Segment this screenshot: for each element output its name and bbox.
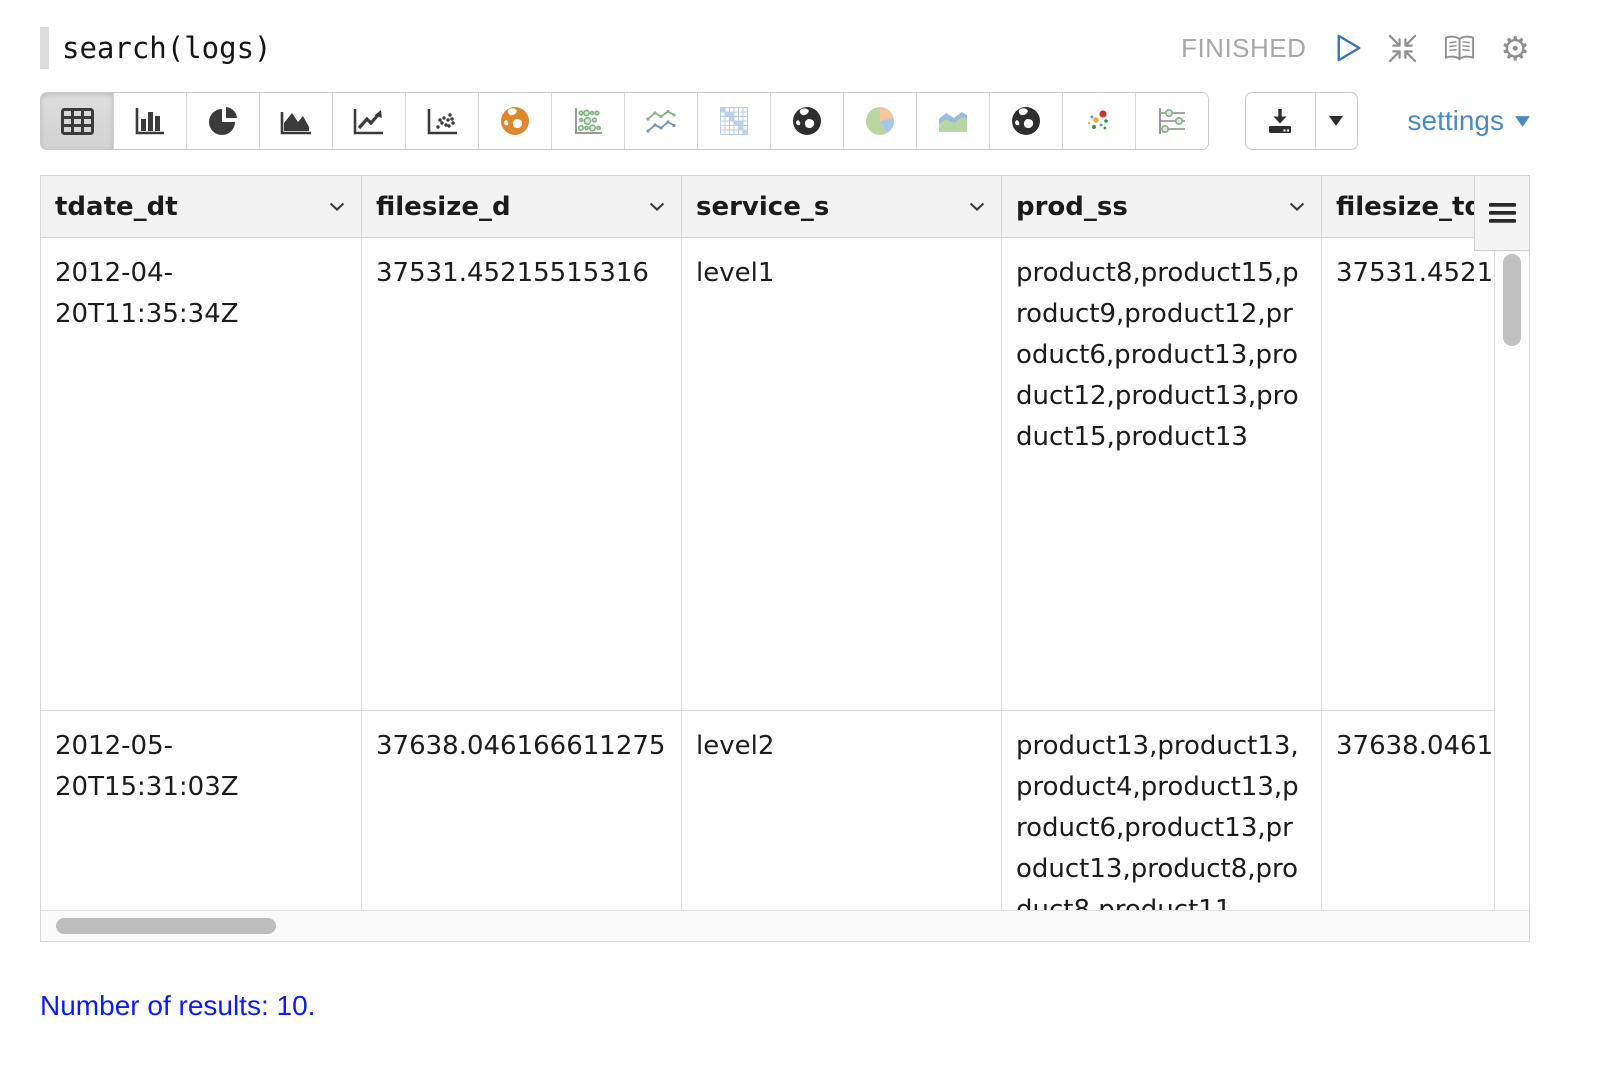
settings-gear-button[interactable]: ⚙ [1500, 32, 1530, 65]
column-header-prod_ss[interactable]: prod_ss [1001, 176, 1321, 237]
globe-dark-icon-2 [1010, 105, 1042, 137]
results-count-text: Number of results: 10. [40, 990, 1530, 1022]
paragraph-controls: FINISHED ⚙ [1181, 32, 1530, 65]
chart-type-sliders-button[interactable] [1135, 93, 1208, 149]
caret-down-icon [1329, 116, 1343, 126]
pie-chart-icon [207, 105, 239, 137]
horizontal-scrollbar[interactable] [41, 910, 1529, 941]
run-button[interactable] [1335, 32, 1363, 64]
table-cell-tdate_dt: 2012-04-20T11:35:34Z [41, 238, 361, 710]
show-editor-button[interactable] [1442, 33, 1477, 63]
result-table: tdate_dt filesize_d service_s prod_ss fi… [40, 175, 1530, 942]
multi-line-icon [644, 107, 678, 135]
area-chart-icon [279, 106, 313, 136]
zeppelin-paragraph: search(logs) FINISHED [0, 0, 1618, 1072]
title-accent-bar [40, 27, 49, 69]
result-toolbar: settings [40, 92, 1530, 150]
column-label: filesize_d [376, 192, 511, 222]
column-header-filesize_d[interactable]: filesize_d [361, 176, 681, 237]
table-cell-filesize_d: 37638.046166611275 [361, 711, 681, 911]
chart-type-map-dark-button[interactable] [770, 93, 843, 149]
column-label: prod_ss [1016, 192, 1128, 222]
table-cell-service_s: level1 [681, 238, 1001, 710]
chart-type-pie-colored-button[interactable] [843, 93, 916, 149]
table-cell-filesize_d: 37531.45215515316 [361, 238, 681, 710]
chart-type-area-button[interactable] [259, 93, 332, 149]
chart-type-map-orange-button[interactable] [478, 93, 551, 149]
column-label: tdate_dt [55, 192, 178, 222]
sliders-icon [1156, 107, 1188, 135]
chevron-down-icon [649, 202, 665, 211]
table-cell-service_s: level2 [681, 711, 1001, 911]
table-cell-prod_ss: product8,product15,product9,product12,pr… [1001, 238, 1321, 710]
chart-type-table-button[interactable] [41, 93, 113, 149]
settings-label: settings [1408, 105, 1505, 137]
paragraph-title-group: search(logs) [40, 27, 272, 69]
chevron-down-icon [1289, 202, 1305, 211]
table-row: 2012-04-20T11:35:34Z 37531.45215515316 l… [41, 238, 1529, 711]
scatter-colored-icon [1084, 107, 1114, 135]
chart-type-line-button[interactable] [332, 93, 405, 149]
globe-orange-icon [499, 105, 531, 137]
table-header-row: tdate_dt filesize_d service_s prod_ss fi… [41, 176, 1529, 238]
chart-type-multi-line-button[interactable] [624, 93, 697, 149]
chart-type-bubble-matrix-button[interactable] [551, 93, 624, 149]
table-body: 2012-04-20T11:35:34Z 37531.45215515316 l… [41, 238, 1529, 911]
column-header-tdate_dt[interactable]: tdate_dt [41, 176, 361, 237]
settings-dropdown[interactable]: settings [1408, 105, 1531, 137]
bar-chart-icon [134, 106, 166, 136]
column-label: filesize_td [1336, 192, 1483, 222]
chevron-down-icon [329, 202, 345, 211]
vertical-scrollbar-thumb[interactable] [1503, 254, 1521, 346]
hamburger-menu-icon [1489, 203, 1516, 223]
chart-type-scatter-button[interactable] [405, 93, 478, 149]
bubble-matrix-icon [572, 106, 604, 136]
column-header-service_s[interactable]: service_s [681, 176, 1001, 237]
toolbar-right-group: settings [1245, 92, 1531, 150]
status-badge: FINISHED [1181, 33, 1306, 64]
chevron-down-icon [969, 202, 985, 211]
chart-type-stacked-area-button[interactable] [916, 93, 989, 149]
chart-type-scatter-colored-button[interactable] [1062, 93, 1135, 149]
line-chart-icon [352, 106, 386, 136]
horizontal-scrollbar-thumb[interactable] [56, 918, 276, 934]
paragraph-header: search(logs) FINISHED [40, 26, 1530, 70]
pie-colored-icon [864, 105, 896, 137]
book-icon [1442, 33, 1477, 63]
collapse-button[interactable] [1386, 32, 1419, 65]
play-icon [1335, 32, 1363, 64]
table-icon [61, 108, 94, 135]
stacked-area-icon [936, 107, 970, 135]
chart-type-bar-button[interactable] [113, 93, 186, 149]
compress-icon [1386, 32, 1419, 65]
download-options-button[interactable] [1316, 93, 1357, 149]
table-menu-button[interactable] [1474, 176, 1529, 251]
chart-type-map-dark-2-button[interactable] [989, 93, 1062, 149]
paragraph-title: search(logs) [62, 31, 272, 65]
globe-dark-icon [791, 105, 823, 137]
chart-type-pie-button[interactable] [186, 93, 259, 149]
chart-type-group [40, 92, 1209, 150]
table-cell-prod_ss: product13,product13,product4,product13,p… [1001, 711, 1321, 911]
table-row: 2012-05-20T15:31:03Z 37638.046166611275 … [41, 711, 1529, 911]
gear-icon: ⚙ [1500, 32, 1530, 65]
column-label: service_s [696, 192, 829, 222]
chart-type-heatmap-button[interactable] [697, 93, 770, 149]
caret-down-icon [1515, 116, 1530, 127]
scatter-plot-icon [425, 106, 459, 136]
table-cell-tdate_dt: 2012-05-20T15:31:03Z [41, 711, 361, 911]
download-split-button [1245, 92, 1358, 150]
download-button[interactable] [1246, 93, 1316, 149]
heatmap-icon [719, 106, 749, 136]
download-icon [1265, 107, 1295, 135]
vertical-scrollbar[interactable] [1494, 238, 1529, 911]
